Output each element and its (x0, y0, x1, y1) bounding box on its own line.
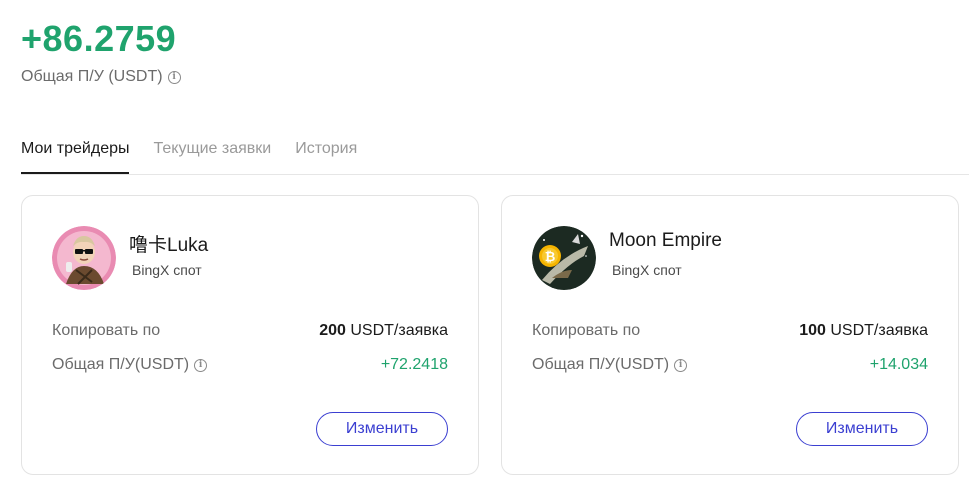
copy-amount-number: 200 (319, 322, 346, 339)
copy-amount-number: 100 (799, 322, 826, 339)
copy-amount-row: Копировать по 100 USDT/заявка (532, 322, 928, 340)
trader-type: BingX спот (612, 262, 682, 278)
trader-avatar[interactable] (52, 226, 116, 290)
tab-history[interactable]: История (295, 130, 357, 174)
svg-text:₿: ₿ (545, 250, 556, 265)
trader-type: BingX спот (132, 262, 202, 278)
trader-pnl-row: Общая П/У(USDT) i +14.034 (532, 356, 928, 374)
copy-amount-unit: USDT/заявка (825, 322, 928, 339)
edit-button[interactable]: Изменить (316, 412, 448, 446)
copy-amount-row: Копировать по 200 USDT/заявка (52, 322, 448, 340)
copy-amount-label: Копировать по (532, 322, 641, 339)
trader-avatar[interactable]: ₿ (532, 226, 596, 290)
trader-pnl-label: Общая П/У(USDT) i (52, 356, 208, 374)
trader-pnl-label-text: Общая П/У(USDT) (532, 356, 670, 373)
trader-pnl-value: +72.2418 (380, 356, 448, 373)
trader-pnl-label: Общая П/У(USDT) i (532, 356, 688, 374)
tab-my-traders[interactable]: Мои трейдеры (21, 130, 130, 174)
copy-amount-unit: USDT/заявка (345, 322, 448, 339)
copy-amount-value: 200 USDT/заявка (319, 322, 448, 340)
info-icon[interactable]: i (194, 358, 208, 372)
copy-amount-label: Копировать по (52, 322, 161, 339)
info-icon[interactable]: i (167, 70, 181, 84)
tab-current-orders[interactable]: Текущие заявки (153, 130, 271, 174)
trader-pnl-value: +14.034 (869, 356, 928, 373)
edit-button[interactable]: Изменить (796, 412, 928, 446)
total-pnl-label: Общая П/У (USDT) i (21, 68, 181, 86)
info-icon[interactable]: i (674, 358, 688, 372)
trader-pnl-label-text: Общая П/У(USDT) (52, 356, 190, 373)
total-pnl-value: +86.2759 (21, 18, 177, 59)
total-pnl-label-text: Общая П/У (USDT) (21, 68, 163, 85)
trader-card: ₿ Moon Empire BingX спот Копировать по 1… (501, 195, 959, 475)
trader-pnl-row: Общая П/У(USDT) i +72.2418 (52, 356, 448, 374)
copy-amount-value: 100 USDT/заявка (799, 322, 928, 340)
trader-name: 噜卡Luka (129, 235, 209, 256)
trader-name: Moon Empire (609, 230, 722, 251)
tab-bar: Мои трейдеры Текущие заявки История (21, 130, 969, 175)
trader-card: 噜卡Luka BingX спот Копировать по 200 USDT… (21, 195, 479, 475)
